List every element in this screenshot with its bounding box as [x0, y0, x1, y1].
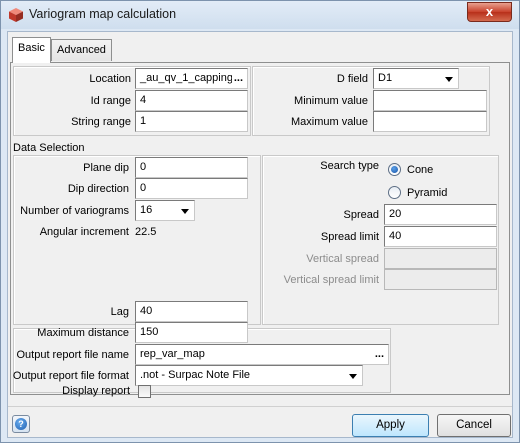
maximum-value-label: Maximum value: [290, 116, 368, 128]
plane-dip-label: Plane dip: [83, 162, 129, 174]
search-type-label: Search type: [320, 160, 379, 172]
output-report-name-value: rep_var_map: [140, 348, 205, 360]
location-label: Location: [89, 73, 131, 85]
tab-basic[interactable]: Basic: [12, 37, 51, 63]
cone-radio[interactable]: [388, 163, 401, 176]
maximum-distance-field[interactable]: 150: [135, 322, 248, 343]
app-icon: [9, 8, 23, 22]
dfield-combo[interactable]: D1: [373, 68, 459, 89]
cone-label[interactable]: Cone: [407, 163, 433, 177]
pyramid-radio[interactable]: [388, 186, 401, 199]
location-browse-button[interactable]: ...: [231, 69, 243, 88]
help-button[interactable]: ?: [12, 415, 30, 433]
title-bar[interactable]: Variogram map calculation x: [1, 1, 519, 29]
display-report-checkbox[interactable]: [138, 385, 151, 398]
output-report-format-value: .not - Surpac Note File: [140, 369, 251, 381]
vertical-spread-label: Vertical spread: [306, 253, 379, 265]
plane-dip-field[interactable]: 0: [135, 157, 248, 178]
chevron-down-icon: [181, 209, 189, 214]
help-icon: ?: [15, 418, 27, 430]
string-range-label: String range: [71, 116, 131, 128]
angular-increment-label: Angular increment: [39, 226, 129, 238]
dip-direction-field[interactable]: 0: [135, 178, 248, 199]
footer-divider: [8, 406, 512, 407]
location-field[interactable]: _au_qv_1_capping ...: [135, 68, 248, 89]
maximum-distance-label: Maximum distance: [37, 327, 129, 339]
string-range-field[interactable]: 1: [135, 111, 248, 132]
output-report-format-label: Output report file format: [12, 370, 129, 382]
vertical-spread-limit-label: Vertical spread limit: [283, 274, 379, 286]
close-button[interactable]: x: [467, 2, 512, 22]
dip-direction-label: Dip direction: [67, 183, 129, 195]
pyramid-label[interactable]: Pyramid: [407, 186, 447, 200]
output-report-name-field[interactable]: rep_var_map ...: [135, 344, 389, 365]
output-report-name-label: Output report file name: [16, 349, 129, 361]
vertical-spread-field: [384, 248, 497, 269]
id-range-field[interactable]: 4: [135, 90, 248, 111]
data-selection-label: Data Selection: [13, 142, 85, 154]
cancel-button[interactable]: Cancel: [437, 414, 511, 437]
dfield-label: D field: [336, 73, 368, 85]
output-report-browse-button[interactable]: ...: [372, 345, 384, 364]
lag-field[interactable]: 40: [135, 301, 248, 322]
lag-label: Lag: [110, 306, 129, 318]
apply-button[interactable]: Apply: [352, 414, 429, 437]
tab-panel-basic: Location _au_qv_1_capping ... Id range 4…: [10, 62, 510, 395]
angular-increment-value: 22.5: [135, 226, 157, 238]
dialog-client-area: Basic Advanced Location _au_qv_1_capping…: [7, 31, 513, 438]
chevron-down-icon: [349, 374, 357, 379]
chevron-down-icon: [445, 77, 453, 82]
id-range-label: Id range: [90, 95, 131, 107]
spread-field[interactable]: 20: [384, 204, 497, 225]
number-of-variograms-value: 16: [140, 204, 153, 216]
dfield-value: D1: [378, 72, 393, 84]
number-of-variograms-label: Number of variograms: [20, 205, 129, 217]
maximum-value-field[interactable]: [373, 111, 487, 132]
output-report-format-combo[interactable]: .not - Surpac Note File: [135, 365, 363, 386]
window-title: Variogram map calculation: [29, 7, 177, 21]
spread-label: Spread: [343, 209, 379, 221]
minimum-value-label: Minimum value: [294, 95, 368, 107]
spread-limit-label: Spread limit: [320, 231, 379, 243]
spread-limit-field[interactable]: 40: [384, 226, 497, 247]
display-report-label: Display report: [62, 385, 130, 397]
tab-advanced[interactable]: Advanced: [51, 39, 112, 61]
vertical-spread-limit-field: [384, 269, 497, 290]
location-value: _au_qv_1_capping: [140, 72, 233, 84]
minimum-value-field[interactable]: [373, 90, 487, 111]
dialog-window: Variogram map calculation x Basic Advanc…: [0, 0, 520, 443]
number-of-variograms-combo[interactable]: 16: [135, 200, 195, 221]
